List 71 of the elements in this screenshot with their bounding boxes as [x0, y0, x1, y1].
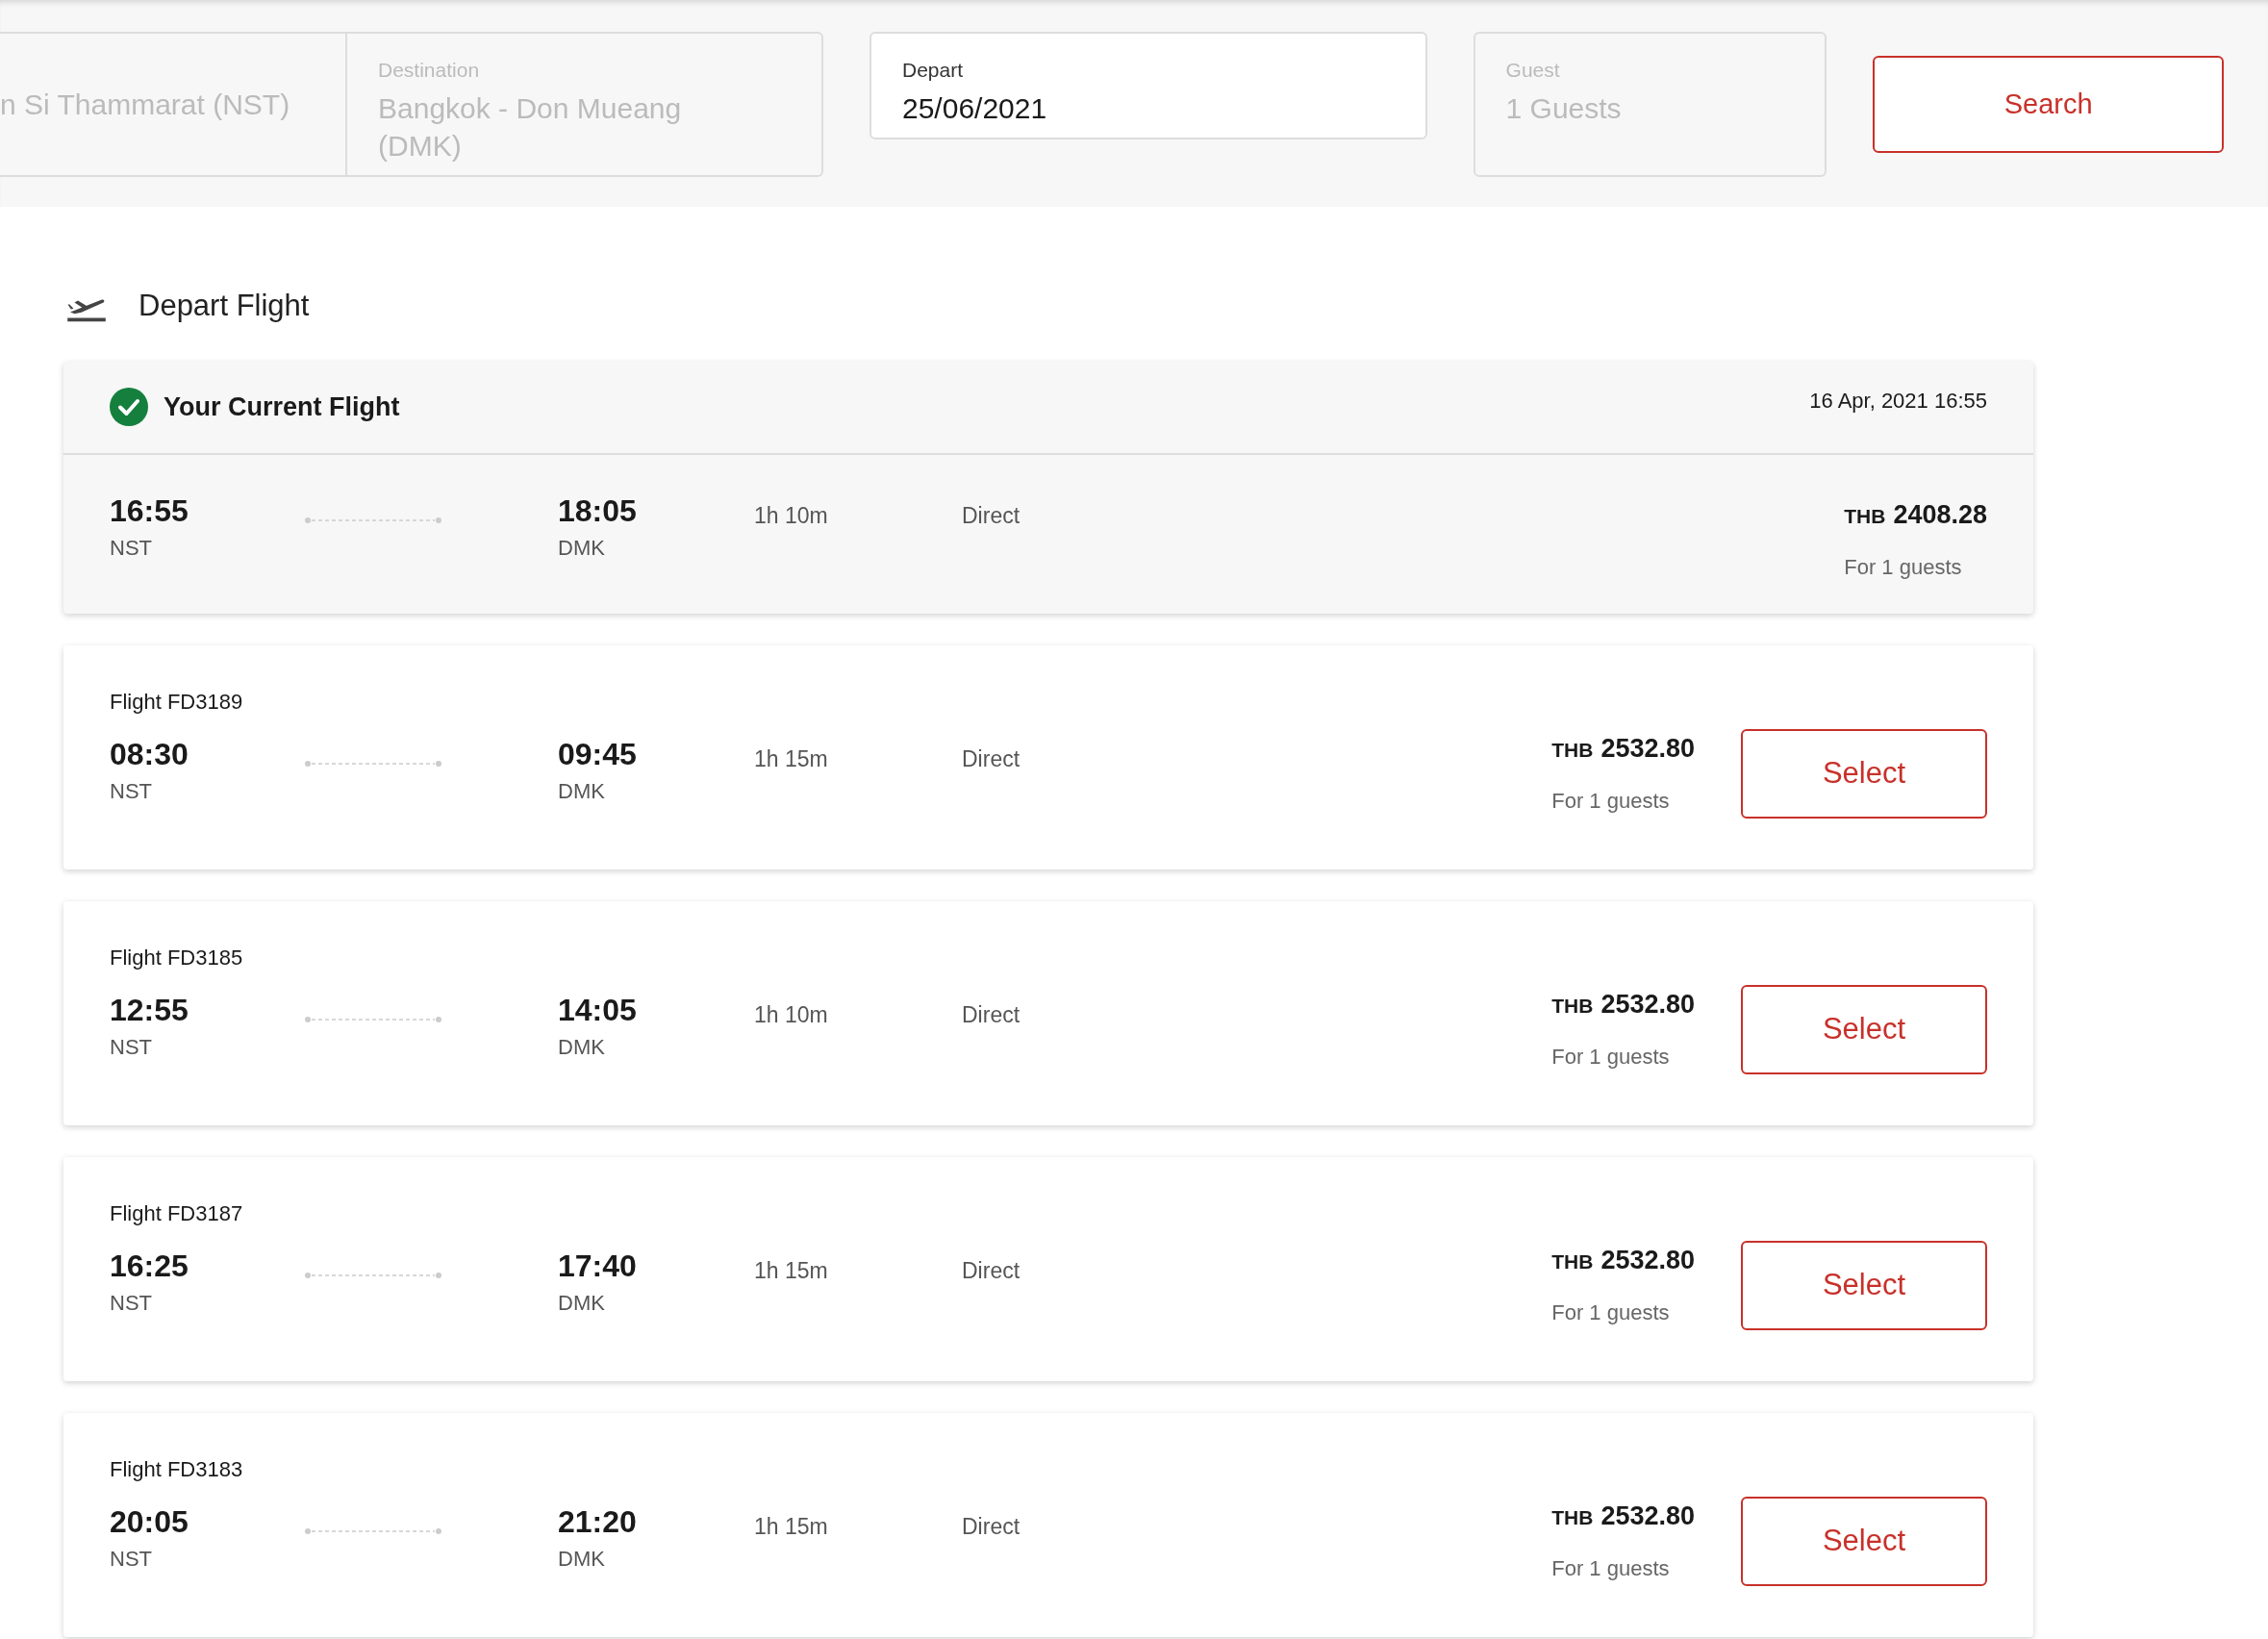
departure-time: 20:05: [110, 1505, 189, 1537]
arrival-time: 14:05: [558, 994, 638, 1025]
departure-time: 08:30: [110, 738, 189, 769]
stops-label: Direct: [962, 1256, 1021, 1285]
select-button[interactable]: Select: [1741, 1496, 1987, 1586]
flight-number: Flight FD3183: [110, 1455, 244, 1483]
check-circle-icon: [110, 388, 148, 426]
price: 2532.80: [1600, 988, 1695, 1021]
flight-duration: 1h 15m: [754, 744, 829, 773]
input-field[interactable]: Depart 25/06/2021: [869, 32, 1427, 139]
stops-label: Direct: [962, 744, 1021, 773]
arrival-airport-code: DMK: [558, 537, 606, 559]
arrival-time: 09:45: [558, 738, 638, 769]
flight-number: Flight FD3187: [110, 1199, 244, 1227]
price: 2532.80: [1600, 1244, 1695, 1276]
arrival-time: 21:20: [558, 1505, 638, 1537]
arrival-time: 18:05: [558, 494, 638, 526]
guest-count: For 1 guests: [1551, 1044, 1671, 1071]
search-button[interactable]: Search: [1873, 56, 2224, 153]
guest-count: For 1 guests: [1551, 1299, 1671, 1326]
departure-airport-code: NST: [110, 1036, 153, 1058]
flight-duration: 1h 10m: [754, 501, 829, 530]
route-line-icon: [304, 516, 442, 524]
section-title: Depart Flight: [139, 288, 310, 324]
currency-label: THB: [1844, 503, 1886, 529]
stops-label: Direct: [962, 1512, 1021, 1541]
departure-airport-code: NST: [110, 537, 153, 559]
flight-duration: 1h 15m: [754, 1256, 829, 1285]
guest-count: For 1 guests: [1551, 788, 1671, 815]
field-value: 1 Guests: [1505, 90, 1623, 126]
departure-time: 12:55: [110, 994, 189, 1025]
select-button[interactable]: Select: [1741, 728, 1987, 819]
route-line-icon: [304, 1271, 442, 1279]
arrival-airport-code: DMK: [558, 1548, 606, 1570]
field-label: Depart: [902, 58, 965, 83]
guest-count: For 1 guests: [1844, 554, 1963, 581]
currency-label: THB: [1551, 1504, 1594, 1530]
currency-label: THB: [1551, 737, 1594, 763]
flight-number: Flight FD3185: [110, 944, 244, 971]
currency-label: THB: [1551, 1248, 1594, 1274]
departure-airport-code: NST: [110, 1292, 153, 1314]
price: 2532.80: [1600, 1500, 1695, 1532]
departure-airport-code: NST: [110, 780, 153, 802]
arrival-airport-code: DMK: [558, 1036, 606, 1058]
route-line-icon: [304, 759, 442, 768]
flight-number: Flight FD3189: [110, 688, 244, 716]
flight-duration: 1h 15m: [754, 1512, 829, 1541]
field-value: n Si Thammarat (NST): [0, 88, 291, 122]
field-value: Bangkok - Don Mueang (DMK): [378, 90, 683, 164]
stops-label: Direct: [962, 1000, 1021, 1029]
guest-count: For 1 guests: [1551, 1555, 1671, 1582]
field-label: Destination: [378, 58, 481, 83]
route-line-icon: [304, 1015, 442, 1023]
arrival-airport-code: DMK: [558, 780, 606, 802]
route-line-icon: [304, 1526, 442, 1535]
stops-label: Direct: [962, 501, 1021, 530]
departure-time: 16:55: [110, 494, 189, 526]
price: 2532.80: [1600, 732, 1695, 765]
field-label: Guest: [1505, 58, 1561, 83]
departure-time: 16:25: [110, 1249, 189, 1281]
select-button[interactable]: Select: [1741, 984, 1987, 1074]
arrival-airport-code: DMK: [558, 1292, 606, 1314]
field-value: 25/06/2021: [902, 90, 1048, 126]
select-button[interactable]: Select: [1741, 1240, 1987, 1330]
current-flight-title: Your Current Flight: [164, 391, 400, 423]
arrival-time: 17:40: [558, 1249, 638, 1281]
currency-label: THB: [1551, 993, 1594, 1019]
flight-duration: 1h 10m: [754, 1000, 829, 1029]
booking-date: 16 Apr, 2021 16:55: [1809, 387, 1987, 415]
departure-airport-code: NST: [110, 1548, 153, 1570]
price: 2408.28: [1893, 498, 1987, 531]
